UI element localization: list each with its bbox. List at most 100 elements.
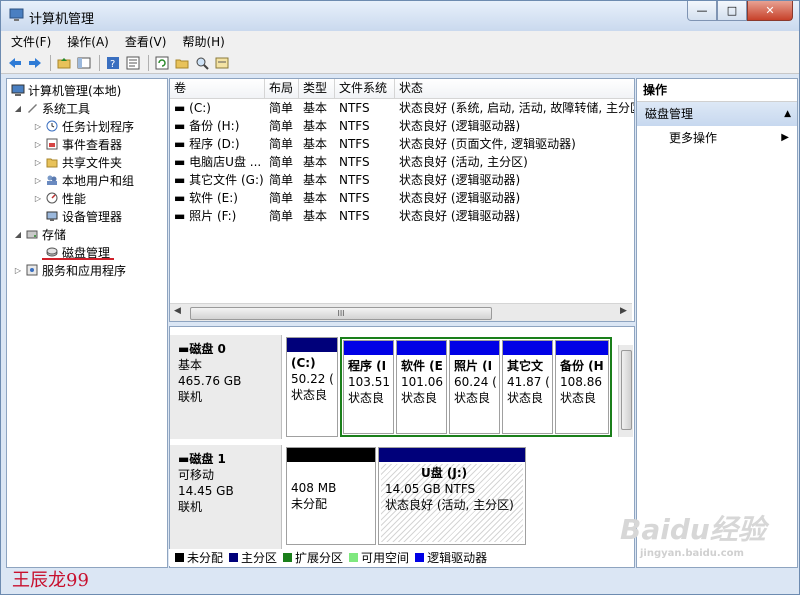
expand-arrow-icon[interactable]: ▷: [33, 122, 43, 131]
partition-usb-j[interactable]: U盘 (J:) 14.05 GB NTFS 状态良好 (活动, 主分区): [378, 447, 526, 545]
expand-arrow-icon[interactable]: ▷: [33, 176, 43, 185]
menu-view[interactable]: 查看(V): [119, 33, 173, 50]
tree-label-system-tools: 系统工具: [42, 101, 91, 116]
table-row[interactable]: ▬ 其它文件 (G:) 简单 基本 NTFS 状态良好 (逻辑驱动器): [170, 171, 634, 189]
scroll-left-icon[interactable]: ◀: [174, 306, 181, 316]
tree-item-root[interactable]: 计算机管理(本地): [9, 81, 121, 99]
cell-volume: 程序 (D:): [189, 137, 240, 151]
search-icon[interactable]: [194, 55, 210, 71]
tools-icon: [25, 101, 39, 115]
table-row[interactable]: ▬ 程序 (D:) 简单 基本 NTFS 状态良好 (页面文件, 逻辑驱动器): [170, 135, 634, 153]
more-actions-item[interactable]: 更多操作 ▶: [637, 126, 797, 150]
cell-type: 基本: [303, 173, 328, 187]
tree-item-shared-folders[interactable]: ▷ 共享文件夹: [33, 153, 122, 171]
open-folder-icon[interactable]: [174, 55, 190, 71]
menu-help[interactable]: 帮助(H): [176, 33, 230, 50]
back-arrow-icon[interactable]: [7, 55, 23, 71]
disk-1-name: 磁盘 1: [189, 452, 226, 466]
partition-status: 状态良: [560, 391, 597, 405]
cell-status: 状态良好 (活动, 主分区): [399, 155, 528, 169]
scrollbar-thumb[interactable]: III: [190, 307, 492, 320]
cell-volume: (C:): [189, 101, 211, 115]
unallocated-bar: [287, 448, 375, 462]
column-header-type[interactable]: 类型: [299, 79, 335, 98]
tree-item-system-tools[interactable]: ◢ 系统工具: [13, 99, 90, 117]
cell-filesystem: NTFS: [339, 101, 370, 115]
unallocated-space[interactable]: 408 MB 未分配: [286, 447, 376, 545]
tree-item-performance[interactable]: ▷ 性能: [33, 189, 86, 207]
tree-item-device-manager[interactable]: 设备管理器: [43, 207, 122, 225]
toolbar: ?: [1, 52, 799, 74]
expand-arrow-icon[interactable]: ▷: [33, 194, 43, 203]
cell-filesystem: NTFS: [339, 173, 370, 187]
menu-action[interactable]: 操作(A): [61, 33, 115, 50]
table-row[interactable]: ▬ (C:) 简单 基本 NTFS 状态良好 (系统, 启动, 活动, 故障转储…: [170, 99, 634, 117]
menu-file[interactable]: 文件(F): [5, 33, 57, 50]
cell-filesystem: NTFS: [339, 209, 370, 223]
table-row[interactable]: ▬ 软件 (E:) 简单 基本 NTFS 状态良好 (逻辑驱动器): [170, 189, 634, 207]
watermark-logo-text: Baidu经验: [620, 513, 766, 546]
partition-h[interactable]: 备份 (H 108.86 状态良: [555, 340, 609, 434]
refresh-icon[interactable]: [154, 55, 170, 71]
scroll-right-icon[interactable]: ▶: [620, 306, 627, 316]
logical-drive-bar: [397, 341, 446, 355]
baidu-watermark: Baidu经验 jingyan.baidu.com: [620, 508, 766, 559]
disk-wizard-icon[interactable]: [214, 55, 230, 71]
legend-extended: 扩展分区: [283, 549, 343, 566]
tree-item-services-apps[interactable]: ▷ 服务和应用程序: [13, 261, 126, 279]
partition-e[interactable]: 软件 (E 101.06 状态良: [396, 340, 447, 434]
disk-0-name: 磁盘 0: [189, 342, 226, 356]
svg-text:?: ?: [110, 59, 115, 70]
actions-header: 操作: [637, 79, 797, 102]
tree-item-storage[interactable]: ◢ 存储: [13, 225, 66, 243]
collapse-arrow-icon[interactable]: ◢: [13, 230, 23, 239]
tree-label-device-manager: 设备管理器: [62, 209, 123, 224]
expand-arrow-icon[interactable]: ▷: [33, 140, 43, 149]
maximize-button[interactable]: □: [717, 1, 747, 21]
partition-f[interactable]: 照片 (I 60.24 ( 状态良: [449, 340, 500, 434]
expand-arrow-icon[interactable]: ▷: [13, 266, 23, 275]
partition-size: 101.06: [401, 375, 443, 389]
partition-legend: 未分配 主分区 扩展分区 可用空间 逻辑驱动器: [169, 549, 633, 566]
disk-0-label[interactable]: ▬ 磁盘 0 基本 465.76 GB 联机: [170, 335, 282, 439]
tree-item-local-users[interactable]: ▷ 本地用户和组: [33, 171, 134, 189]
removable-disk-icon: ▬: [178, 452, 190, 466]
collapse-triangle-icon[interactable]: ▲: [784, 102, 791, 126]
column-header-volume[interactable]: 卷: [170, 79, 265, 98]
column-header-layout[interactable]: 布局: [265, 79, 299, 98]
table-row[interactable]: ▬ 电脑店U盘 ... 简单 基本 NTFS 状态良好 (活动, 主分区): [170, 153, 634, 171]
title-bar[interactable]: 计算机管理 — □ ✕: [1, 1, 799, 31]
cell-status: 状态良好 (逻辑驱动器): [399, 119, 521, 133]
volume-icon: ▬: [174, 209, 190, 223]
up-folder-icon[interactable]: [56, 55, 72, 71]
horizontal-scrollbar[interactable]: ◀ III ▶: [170, 303, 632, 321]
tree-item-event-viewer[interactable]: ▷ 事件查看器: [33, 135, 122, 153]
table-row[interactable]: ▬ 照片 (F:) 简单 基本 NTFS 状态良好 (逻辑驱动器): [170, 207, 634, 225]
disk-1-label[interactable]: ▬ 磁盘 1 可移动 14.45 GB 联机: [170, 445, 282, 549]
minimize-button[interactable]: —: [687, 1, 717, 21]
actions-section-disk-management[interactable]: 磁盘管理 ▲: [637, 102, 797, 126]
tree-item-task-scheduler[interactable]: ▷ 任务计划程序: [33, 117, 134, 135]
partition-name: U盘 (J:): [421, 466, 468, 480]
column-header-filesystem[interactable]: 文件系统: [335, 79, 395, 98]
partition-d[interactable]: 程序 (I 103.51 状态良: [343, 340, 394, 434]
properties-icon[interactable]: [125, 55, 141, 71]
users-icon: [45, 173, 59, 187]
cell-layout: 简单: [269, 155, 294, 169]
partition-c[interactable]: (C:) 50.22 ( 状态良: [286, 337, 338, 437]
forward-arrow-icon[interactable]: [27, 55, 43, 71]
help-icon[interactable]: ?: [105, 55, 121, 71]
collapse-arrow-icon[interactable]: ◢: [13, 104, 23, 113]
table-row[interactable]: ▬ 备份 (H:) 简单 基本 NTFS 状态良好 (逻辑驱动器): [170, 117, 634, 135]
disk-1-size: 14.45 GB: [178, 484, 234, 498]
close-button[interactable]: ✕: [747, 1, 793, 21]
scrollbar-thumb[interactable]: [621, 350, 632, 430]
cell-status: 状态良好 (逻辑驱动器): [399, 209, 521, 223]
expand-arrow-icon[interactable]: ▷: [33, 158, 43, 167]
cell-type: 基本: [303, 155, 328, 169]
partition-size: 60.24 (: [454, 375, 497, 389]
vertical-scrollbar[interactable]: [618, 345, 633, 437]
column-header-status[interactable]: 状态: [395, 79, 634, 98]
partition-g[interactable]: 其它文 41.87 ( 状态良: [502, 340, 553, 434]
show-hide-tree-icon[interactable]: [76, 55, 92, 71]
